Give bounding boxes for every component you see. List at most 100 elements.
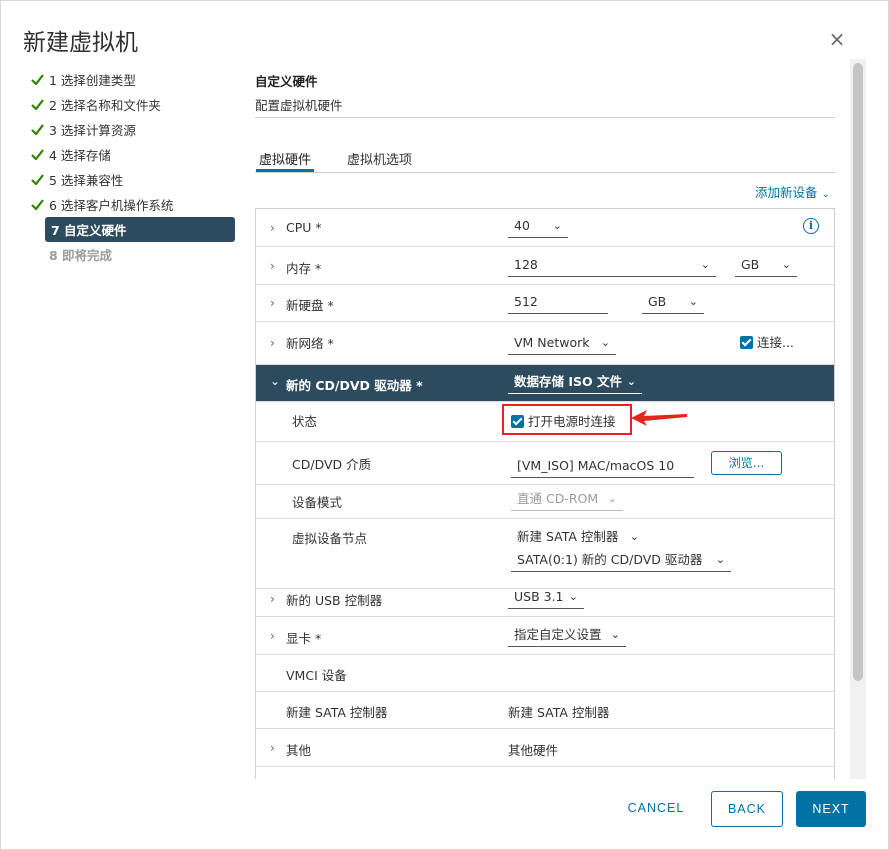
step-2[interactable]: 2 选择名称和文件夹 — [27, 92, 237, 117]
step-1[interactable]: 1 选择创建类型 — [27, 67, 237, 92]
info-icon[interactable]: i — [803, 218, 819, 234]
usb-label: 新的 USB 控制器 — [286, 593, 383, 608]
step-label: 4 选择存储 — [49, 148, 111, 163]
chevron-right-icon[interactable]: › — [270, 336, 275, 350]
divider — [255, 117, 835, 118]
wizard-steps: 1 选择创建类型 2 选择名称和文件夹 3 选择计算资源 4 选择存储 5 选择… — [27, 67, 237, 267]
check-icon — [31, 174, 49, 185]
video-select[interactable]: 指定自定义设置 ⌄ — [508, 625, 626, 647]
row-vmci: VMCI 设备 — [256, 655, 834, 692]
chevron-right-icon[interactable]: › — [270, 741, 275, 755]
node-controller-select[interactable]: 新建 SATA 控制器 ⌄ — [511, 527, 645, 549]
scrollbar-thumb[interactable] — [853, 63, 863, 681]
hardware-table: › CPU * 40 ⌄ i › 内存 * 128 ⌄ GB ⌄ › 新硬盘 * 51… — [255, 208, 835, 779]
chevron-right-icon[interactable]: › — [270, 221, 275, 235]
memory-unit-select[interactable]: GB ⌄ — [735, 255, 797, 277]
step-label: 3 选择计算资源 — [49, 123, 136, 138]
browse-button[interactable]: 浏览... — [711, 451, 782, 475]
step-3[interactable]: 3 选择计算资源 — [27, 117, 237, 142]
node-select[interactable]: SATA(0:1) 新的 CD/DVD 驱动器 ⌄ — [511, 550, 731, 572]
step-label: 6 选择客户机操作系统 — [49, 198, 174, 213]
cpu-value: 40 — [514, 218, 530, 233]
row-cddvd-mode: 设备模式 直通 CD-ROM ⌄ — [256, 485, 834, 519]
step-4[interactable]: 4 选择存储 — [27, 142, 237, 167]
video-label: 显卡 * — [286, 631, 322, 646]
memory-label: 内存 * — [286, 261, 322, 276]
cpu-label: CPU * — [286, 220, 322, 235]
step-5[interactable]: 5 选择兼容性 — [27, 167, 237, 192]
chevron-right-icon[interactable]: › — [270, 296, 275, 310]
step-7-active[interactable]: 7 自定义硬件 — [45, 217, 235, 242]
disk-label: 新硬盘 * — [286, 298, 334, 313]
chevron-right-icon[interactable]: › — [270, 592, 275, 606]
cancel-button[interactable]: CANCEL — [621, 791, 691, 827]
node-label: 虚拟设备节点 — [292, 531, 368, 546]
row-usb: › 新的 USB 控制器 USB 3.1 ⌄ — [256, 579, 834, 617]
row-video: › 显卡 * 指定自定义设置 ⌄ — [256, 617, 834, 655]
chevron-right-icon[interactable]: › — [270, 629, 275, 643]
vmci-label: VMCI 设备 — [286, 668, 347, 683]
network-select[interactable]: VM Network ⌄ — [508, 333, 616, 355]
usb-select[interactable]: USB 3.1 ⌄ — [508, 587, 584, 609]
annotation-highlight-box — [502, 404, 632, 435]
cddvd-label: 新的 CD/DVD 驱动器 * — [286, 378, 423, 393]
row-disk: › 新硬盘 * 512 GB ⌄ — [256, 285, 834, 322]
check-icon — [31, 124, 49, 135]
cddvd-type-select[interactable]: 数据存储 ISO 文件 ⌄ — [508, 372, 642, 394]
tab-vm-options[interactable]: 虚拟机选项 — [344, 149, 415, 172]
check-icon — [31, 149, 49, 160]
row-network: › 新网络 * VM Network ⌄ 连接... — [256, 322, 834, 365]
back-button[interactable]: BACK — [711, 791, 783, 827]
sata-label: 新建 SATA 控制器 — [286, 705, 388, 720]
checkbox-checked-icon[interactable] — [740, 336, 753, 349]
memory-value: 128 — [514, 257, 538, 272]
section-header: 自定义硬件 配置虚拟机硬件 — [255, 71, 835, 114]
step-label: 2 选择名称和文件夹 — [49, 98, 161, 113]
step-6[interactable]: 6 选择客户机操作系统 — [27, 192, 237, 217]
next-button[interactable]: NEXT — [796, 791, 866, 827]
memory-select[interactable]: 128 ⌄ — [508, 255, 716, 277]
check-icon — [31, 99, 49, 110]
cddvd-type-value: 数据存储 ISO 文件 — [514, 374, 622, 389]
cpu-select[interactable]: 40 ⌄ — [508, 216, 568, 238]
media-path-input[interactable]: [VM_ISO] MAC/macOS 10 — [511, 456, 694, 478]
mode-label: 设备模式 — [292, 495, 343, 510]
node-controller-value: 新建 SATA 控制器 — [517, 529, 619, 544]
row-cpu: › CPU * 40 ⌄ i — [256, 209, 834, 247]
section-subtitle: 配置虚拟机硬件 — [255, 98, 343, 113]
device-mode-select[interactable]: 直通 CD-ROM ⌄ — [511, 489, 623, 511]
chevron-down-icon: ⌄ — [781, 258, 791, 271]
usb-value: USB 3.1 — [514, 589, 564, 604]
step-label: 5 选择兼容性 — [49, 173, 124, 188]
chevron-down-icon: ⌄ — [700, 258, 710, 271]
chevron-down-icon: ⌄ — [610, 628, 620, 641]
node-value: SATA(0:1) 新的 CD/DVD 驱动器 — [517, 552, 703, 567]
tab-bar: 虚拟硬件 虚拟机选项 — [255, 147, 835, 173]
chevron-down-icon: ⌄ — [600, 336, 610, 349]
new-vm-dialog: 新建虚拟机 × 1 选择创建类型 2 选择名称和文件夹 3 选择计算资源 4 选… — [0, 0, 889, 850]
add-new-device-button[interactable]: 添加新设备 ⌄ — [755, 182, 830, 201]
disk-size-input[interactable]: 512 — [508, 292, 608, 314]
check-icon — [31, 199, 49, 210]
network-connect-checkbox[interactable]: 连接... — [740, 332, 794, 351]
memory-unit: GB — [741, 257, 760, 272]
disk-unit-select[interactable]: GB ⌄ — [642, 292, 704, 314]
connect-label: 连接... — [756, 335, 794, 350]
dialog-title: 新建虚拟机 — [23, 30, 138, 56]
chevron-down-icon: ⌄ — [607, 492, 617, 505]
tab-virtual-hardware[interactable]: 虚拟硬件 — [256, 149, 315, 172]
chevron-down-icon: ⌄ — [568, 590, 578, 603]
sata-value: 新建 SATA 控制器 — [508, 705, 610, 720]
close-icon[interactable]: × — [827, 29, 847, 49]
row-memory: › 内存 * 128 ⌄ GB ⌄ — [256, 247, 834, 285]
row-other: › 其他 其他硬件 — [256, 729, 834, 767]
chevron-down-icon: ⌄ — [626, 375, 636, 388]
scrollbar[interactable] — [850, 59, 866, 779]
media-label: CD/DVD 介质 — [292, 457, 372, 472]
step-8: 8 即将完成 — [49, 248, 113, 263]
other-label: 其他 — [286, 743, 312, 758]
check-icon — [31, 74, 49, 85]
row-cddvd: ⌄ 新的 CD/DVD 驱动器 * 数据存储 ISO 文件 ⌄ — [256, 365, 834, 402]
chevron-right-icon[interactable]: › — [270, 259, 275, 273]
chevron-down-icon[interactable]: ⌄ — [270, 374, 280, 388]
